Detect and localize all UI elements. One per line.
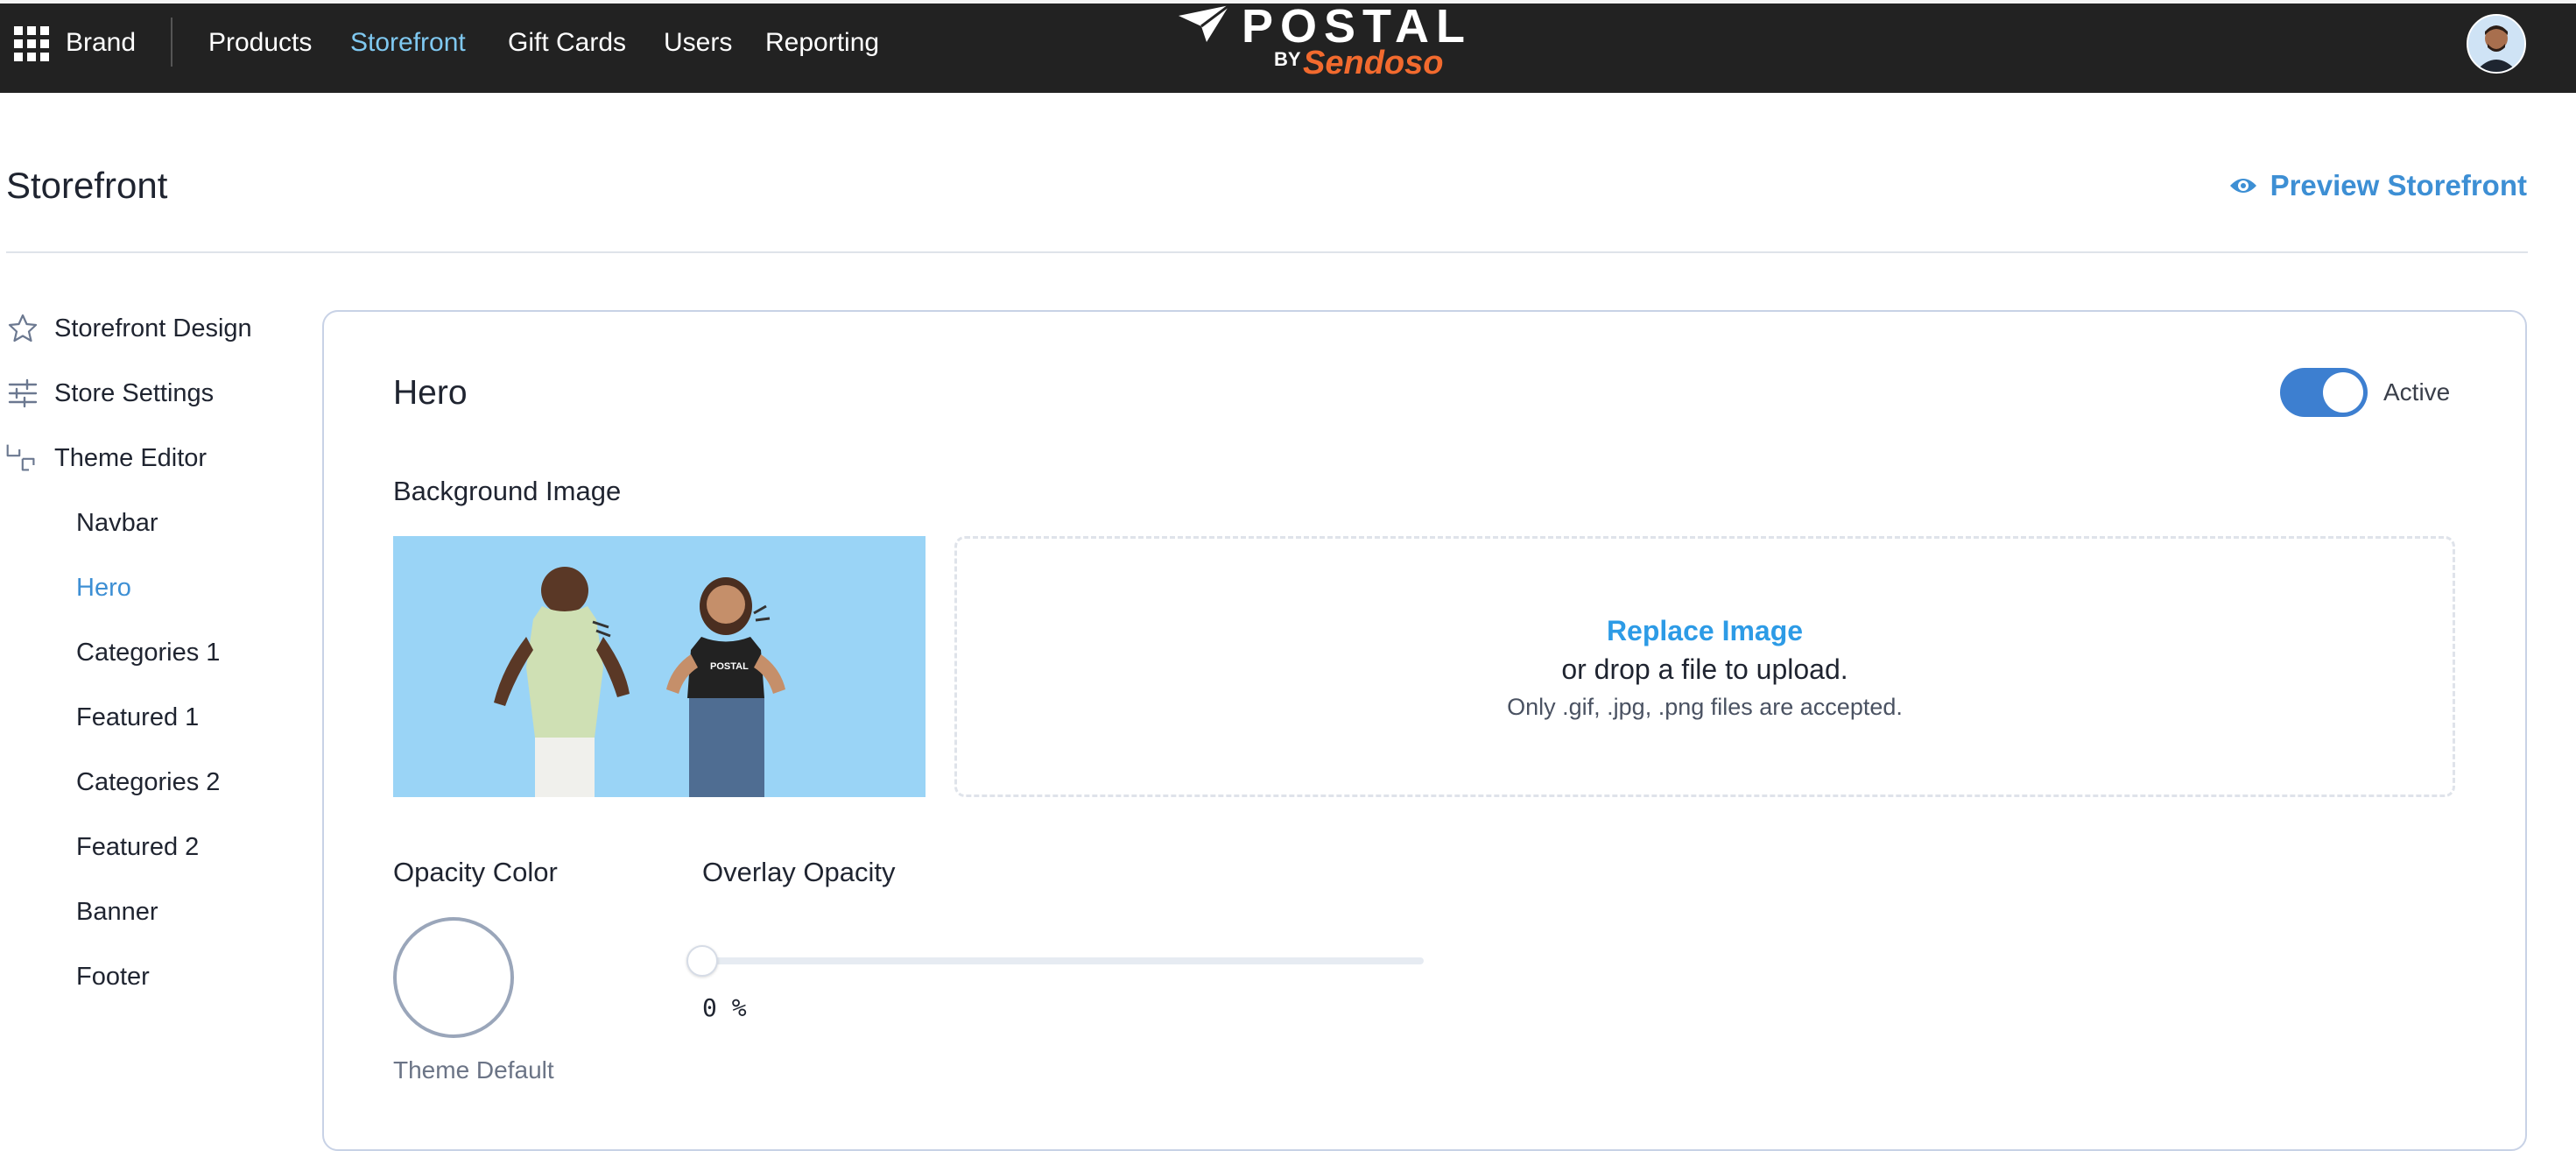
brand-link[interactable]: Brand bbox=[66, 26, 136, 60]
overlay-opacity-label: Overlay Opacity bbox=[702, 857, 896, 887]
nav-reporting[interactable]: Reporting bbox=[765, 26, 879, 60]
nav-storefront[interactable]: Storefront bbox=[350, 26, 466, 60]
opacity-color-value: Theme Default bbox=[393, 1056, 554, 1084]
active-toggle[interactable] bbox=[2280, 368, 2368, 417]
opacity-color-label: Opacity Color bbox=[393, 857, 558, 887]
postal-logo: POSTAL BY Sendoso bbox=[1173, 0, 1465, 88]
sidebar-sub-featured-2[interactable]: Featured 2 bbox=[76, 830, 199, 864]
sidebar-item-storefront-design[interactable]: Storefront Design bbox=[54, 312, 252, 345]
svg-text:POSTAL: POSTAL bbox=[710, 661, 749, 672]
sidebar-sub-categories-1[interactable]: Categories 1 bbox=[76, 636, 220, 669]
sidebar-item-store-settings[interactable]: Store Settings bbox=[54, 377, 214, 410]
preview-storefront-link[interactable]: Preview Storefront bbox=[2228, 166, 2527, 205]
nav-gift-cards[interactable]: Gift Cards bbox=[508, 26, 626, 60]
eye-icon bbox=[2229, 179, 2256, 193]
active-toggle-label: Active bbox=[2383, 378, 2451, 406]
sidebar-sub-categories-2[interactable]: Categories 2 bbox=[76, 766, 220, 799]
star-icon bbox=[8, 314, 38, 342]
replace-image-link[interactable]: Replace Image bbox=[957, 612, 2453, 649]
sidebar-sub-hero[interactable]: Hero bbox=[76, 571, 131, 604]
sliders-icon bbox=[8, 378, 38, 408]
paper-plane-icon bbox=[1179, 4, 1230, 42]
slider-thumb[interactable] bbox=[686, 945, 718, 977]
theme-editor-icon bbox=[6, 444, 35, 471]
logo-partner: Sendoso bbox=[1303, 45, 1444, 81]
sidebar-sub-navbar[interactable]: Navbar bbox=[76, 506, 158, 540]
image-dropzone[interactable]: Replace Image or drop a file to upload. … bbox=[954, 536, 2455, 797]
sidebar-sub-featured-1[interactable]: Featured 1 bbox=[76, 701, 199, 734]
apps-grid-icon[interactable] bbox=[12, 25, 51, 63]
user-avatar[interactable] bbox=[2467, 14, 2526, 74]
nav-divider bbox=[171, 18, 172, 67]
sidebar-sub-banner[interactable]: Banner bbox=[76, 895, 158, 929]
nav-products[interactable]: Products bbox=[208, 26, 312, 60]
section-title: Hero bbox=[393, 374, 468, 412]
nav-users[interactable]: Users bbox=[664, 26, 732, 60]
drop-instruction: or drop a file to upload. bbox=[1561, 653, 1848, 685]
toggle-knob bbox=[2323, 372, 2363, 413]
file-type-hint: Only .gif, .jpg, .png files are accepted… bbox=[1507, 694, 1903, 720]
sidebar-sub-footer[interactable]: Footer bbox=[76, 960, 150, 993]
overlay-opacity-value: 0 % bbox=[702, 993, 747, 1022]
page-title: Storefront bbox=[6, 165, 168, 206]
background-image-label: Background Image bbox=[393, 476, 622, 506]
preview-storefront-label: Preview Storefront bbox=[2270, 169, 2527, 201]
sidebar-item-theme-editor[interactable]: Theme Editor bbox=[54, 441, 207, 475]
overlay-opacity-slider[interactable] bbox=[702, 957, 1424, 964]
opacity-color-swatch[interactable] bbox=[393, 917, 514, 1038]
top-navbar: Brand Products Storefront Gift Cards Use… bbox=[0, 0, 2576, 93]
hero-background-image: POSTAL bbox=[393, 536, 926, 797]
header-divider bbox=[6, 251, 2528, 253]
logo-by: BY bbox=[1274, 48, 1301, 70]
